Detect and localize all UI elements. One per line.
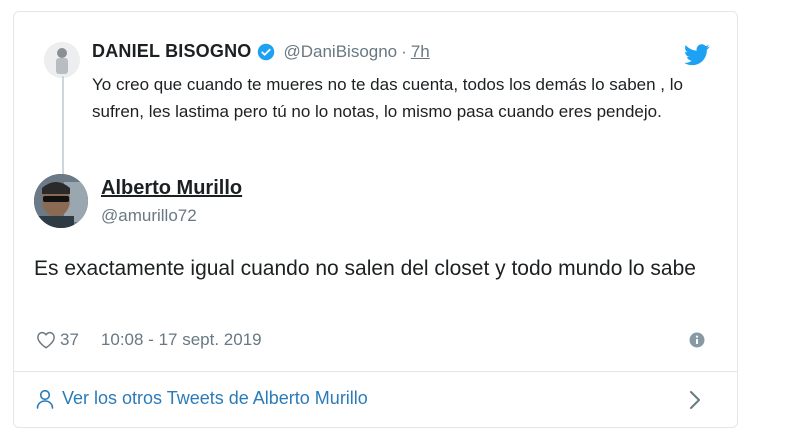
parent-tweet-header: DANIEL BISOGNO @DaniBisogno · 7h [92, 41, 430, 62]
info-icon[interactable] [689, 332, 705, 348]
author-avatar[interactable] [34, 174, 88, 228]
author-block: Alberto Murillo @amurillo72 [101, 177, 242, 226]
parent-author-name[interactable]: DANIEL BISOGNO [92, 41, 251, 62]
embedded-tweet-card: DANIEL BISOGNO @DaniBisogno · 7h Yo creo… [13, 11, 738, 428]
tweet-meta: 37 10:08 - 17 sept. 2019 [36, 330, 262, 350]
author-name[interactable]: Alberto Murillo [101, 177, 242, 200]
parent-tweet-text: Yo creo que cuando te mueres no te das c… [92, 75, 683, 121]
thread-connector-line [62, 76, 64, 178]
author-handle[interactable]: @amurillo72 [101, 206, 242, 226]
tweet-timestamp[interactable]: 10:08 - 17 sept. 2019 [101, 330, 262, 350]
tweet-text: Es exactamente igual cuando no salen del… [34, 257, 696, 280]
more-tweets-label[interactable]: Ver los otros Tweets de Alberto Murillo [62, 388, 368, 409]
separator-dot: · [401, 41, 407, 61]
more-tweets-link[interactable]: Ver los otros Tweets de Alberto Murillo [36, 388, 368, 409]
verified-badge-icon [258, 43, 275, 60]
parent-author-avatar[interactable] [44, 42, 80, 78]
person-icon [36, 389, 54, 409]
heart-icon[interactable] [36, 331, 56, 349]
twitter-bird-icon[interactable] [684, 44, 710, 66]
like-count[interactable]: 37 [60, 330, 79, 350]
parent-author-handle[interactable]: @DaniBisogno [283, 42, 397, 62]
chevron-right-icon[interactable] [689, 390, 701, 410]
footer-divider [14, 371, 737, 372]
parent-tweet-time[interactable]: 7h [411, 42, 430, 62]
